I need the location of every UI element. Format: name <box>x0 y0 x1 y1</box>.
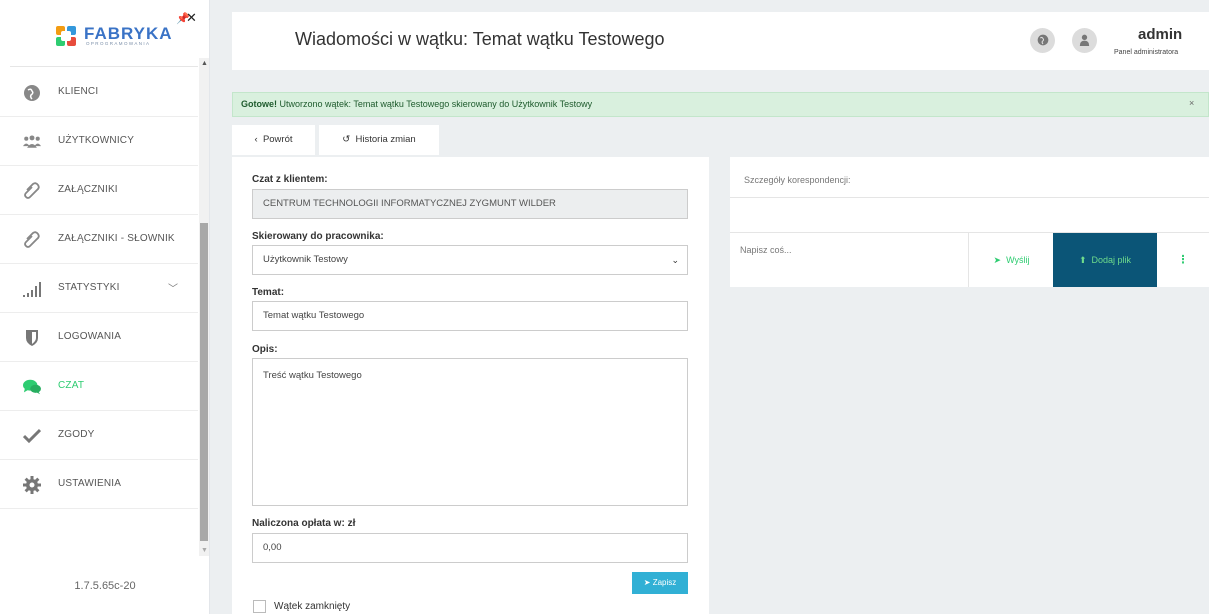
alert-text: Utworzono wątek: Temat wątku Testowego s… <box>277 99 593 109</box>
sidebar-item-zalaczniki-slownik[interactable]: ZAŁĄCZNIKI - SŁOWNIK <box>0 215 198 264</box>
user-profile-button[interactable] <box>1072 28 1097 53</box>
employee-label: Skierowany do pracownika: <box>252 231 384 242</box>
message-input[interactable]: Napisz coś... <box>730 233 969 287</box>
thread-form-panel: Czat z klientem: CENTRUM TECHNOLOGII INF… <box>232 157 709 614</box>
add-file-button[interactable]: ⬆ Dodaj plik <box>1053 233 1157 287</box>
sidebar-item-label: USTAWIENIA <box>58 478 122 489</box>
save-label: Zapisz <box>652 578 677 587</box>
chevron-down-icon[interactable]: ﹀ <box>168 280 178 295</box>
history-label: Historia zmian <box>355 134 416 145</box>
users-icon <box>23 135 41 148</box>
message-placeholder: Napisz coś... <box>740 245 792 255</box>
sidebar-item-label: STATYSTYKI <box>58 282 120 293</box>
history-icon: ↺ <box>342 134 356 145</box>
user-name[interactable]: admin <box>1138 26 1182 43</box>
chat-icon <box>23 379 41 395</box>
scroll-thumb[interactable] <box>200 223 208 541</box>
client-field: CENTRUM TECHNOLOGII INFORMATYCZNEJ ZYGMU… <box>252 189 688 219</box>
chevron-down-icon: ⌄ <box>671 255 679 265</box>
user-icon <box>1079 34 1090 46</box>
language-button[interactable] <box>1030 28 1055 53</box>
fee-label: Naliczona opłata w: zł <box>252 518 356 529</box>
shield-icon <box>26 330 38 346</box>
sidebar-item-label: ZAŁĄCZNIKI <box>58 184 118 195</box>
send-label: Wyślij <box>1006 255 1030 265</box>
fee-input[interactable]: 0,00 <box>252 533 688 563</box>
user-role: Panel administratora <box>1114 49 1179 56</box>
logo[interactable]: FABRYKA OPROGRAMOWANIA <box>0 0 210 58</box>
scroll-down-icon[interactable]: ▼ <box>201 547 208 554</box>
back-button[interactable]: ‹ Powrót <box>232 125 315 155</box>
client-label: Czat z klientem: <box>252 174 328 185</box>
sidebar-item-uzytkownicy[interactable]: UŻYTKOWNICY <box>0 117 198 166</box>
signal-bars-icon <box>23 282 41 297</box>
paperclip-icon <box>24 182 40 199</box>
success-alert: Gotowe! Utworzono wątek: Temat wątku Tes… <box>232 92 1209 117</box>
add-file-label: Dodaj plik <box>1091 255 1132 265</box>
correspondence-panel: Szczegóły korespondencji: Napisz coś... … <box>730 157 1209 287</box>
sidebar-item-label: ZAŁĄCZNIKI - SŁOWNIK <box>58 233 175 244</box>
sidebar-item-statystyki[interactable]: STATYSTYKI ﹀ <box>0 264 198 313</box>
sidebar-item-label: LOGOWANIA <box>58 331 122 342</box>
more-options-icon[interactable]: ⋮ <box>1157 233 1209 287</box>
logo-icon <box>56 26 76 46</box>
check-icon <box>23 428 41 444</box>
sidebar-scrollbar[interactable]: ▲ ▼ <box>199 58 209 556</box>
alert-strong: Gotowe! <box>241 99 277 109</box>
compose-bar: Napisz coś... ➤ Wyślij ⬆ Dodaj plik ⋮ <box>730 233 1209 287</box>
globe-icon <box>24 85 40 101</box>
send-button[interactable]: ➤ Wyślij <box>970 233 1053 287</box>
paperclip-icon <box>24 231 40 248</box>
sidebar-item-klienci[interactable]: KLIENCI <box>0 68 198 117</box>
alert-message: Gotowe! Utworzono wątek: Temat wątku Tes… <box>241 99 592 109</box>
scroll-up-icon[interactable]: ▲ <box>201 60 208 67</box>
app-version: 1.7.5.65c-20 <box>74 580 136 592</box>
correspondence-header: Szczegóły korespondencji: <box>730 157 1209 198</box>
sidebar-item-label: CZAT <box>58 380 85 391</box>
divider <box>10 66 198 67</box>
thread-closed-label: Wątek zamknięty <box>274 601 351 612</box>
employee-select[interactable]: Użytkownik Testowy ⌄ <box>252 245 688 275</box>
sidebar-item-zalaczniki[interactable]: ZAŁĄCZNIKI <box>0 166 198 215</box>
sidebar-item-ustawienia[interactable]: USTAWIENIA <box>0 460 198 509</box>
back-label: Powrót <box>262 134 293 145</box>
sidebar-item-czat[interactable]: CZAT <box>0 362 198 411</box>
thread-closed-checkbox[interactable] <box>253 600 266 613</box>
chevron-left-icon: ‹ <box>254 134 263 145</box>
messages-area <box>730 198 1209 233</box>
subject-input[interactable]: Temat wątku Testowego <box>252 301 688 331</box>
subject-label: Temat: <box>252 287 285 298</box>
close-icon[interactable]: ✕ <box>186 10 197 26</box>
employee-selected-value: Użytkownik Testowy <box>263 254 348 265</box>
sidebar-item-logowania[interactable]: LOGOWANIA <box>0 313 198 362</box>
globe-icon <box>1037 34 1048 46</box>
logo-subtitle: OPROGRAMOWANIA <box>86 41 151 46</box>
sidebar-menu: KLIENCI UŻYTKOWNICY ZAŁĄCZNIKI ZAŁĄCZNIK… <box>0 68 198 509</box>
upload-icon: ⬆ <box>1078 255 1092 265</box>
sidebar-item-zgody[interactable]: ZGODY <box>0 411 198 460</box>
page-header: Wiadomości w wątku: Temat wątku Testoweg… <box>232 12 1209 70</box>
description-textarea[interactable]: Treść wątku Testowego <box>252 358 688 506</box>
sidebar-item-label: ZGODY <box>58 429 95 440</box>
sidebar: FABRYKA OPROGRAMOWANIA 📌 ✕ KLIENCI UŻYTK… <box>0 0 210 614</box>
alert-close-button[interactable]: × <box>1189 98 1194 108</box>
sidebar-item-label: KLIENCI <box>58 86 99 97</box>
gear-icon <box>23 476 41 494</box>
history-button[interactable]: ↺ Historia zmian <box>319 125 439 155</box>
description-label: Opis: <box>252 344 278 355</box>
save-button[interactable]: ➤ Zapisz <box>632 572 688 594</box>
sidebar-item-label: UŻYTKOWNICY <box>58 135 135 146</box>
correspondence-title: Szczegóły korespondencji: <box>744 175 851 185</box>
send-icon: ➤ <box>993 255 1007 265</box>
page-title: Wiadomości w wątku: Temat wątku Testoweg… <box>295 29 665 49</box>
send-icon: ➤ <box>643 578 653 587</box>
